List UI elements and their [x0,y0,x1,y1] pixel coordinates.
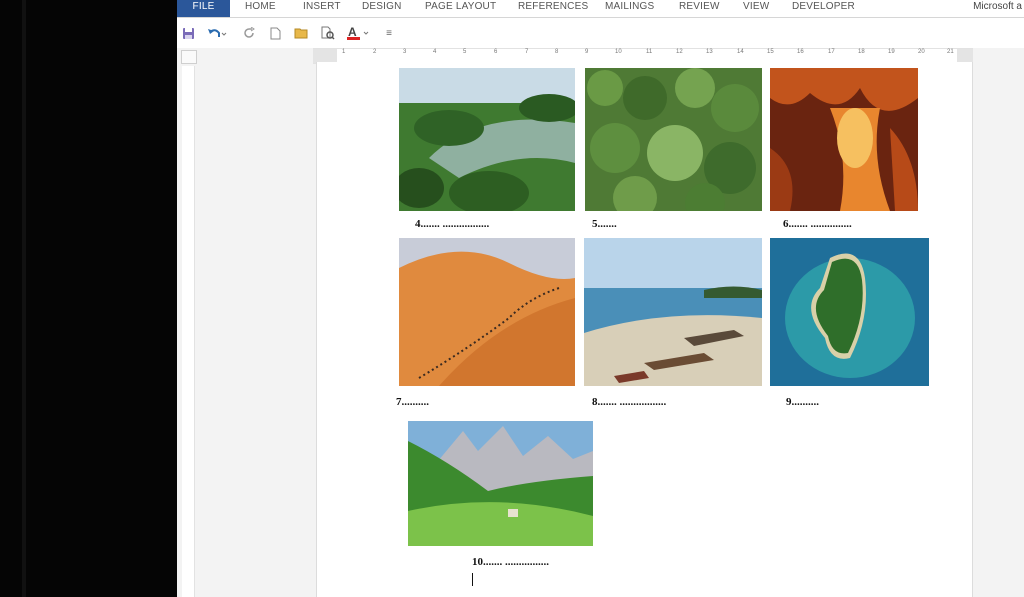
print-preview-icon[interactable] [319,24,337,42]
ruler-right-margin [957,49,973,63]
island-photo[interactable] [770,238,929,386]
undo-icon[interactable] [205,24,229,42]
app-title: Microsoft a [973,1,1022,12]
ruler-number: 17 [828,49,835,55]
caption-6: 6....... ............... [783,218,852,230]
ruler-number: 19 [888,49,895,55]
tab-home[interactable]: HOME [245,0,276,17]
ruler-number: 15 [767,49,774,55]
tab-mailings[interactable]: MAILINGS [605,0,654,17]
ruler-number: 3 [403,49,407,55]
caption-7: 7.......... [396,396,429,408]
ruler-left-margin [313,49,337,63]
tab-selector-icon[interactable] [181,50,197,64]
ruler-number: 4 [433,49,437,55]
ruler-number: 10 [615,49,622,55]
ruler-number: 11 [646,49,653,55]
beach-photo[interactable] [584,238,762,386]
ruler-number: 21 [947,49,954,55]
mountain-valley-photo[interactable] [408,421,593,546]
tab-page-layout[interactable]: PAGE LAYOUT [425,0,496,17]
ruler-number: 2 [373,49,377,55]
word-window: FILE HOME INSERT DESIGN PAGE LAYOUT REFE… [177,0,1024,597]
ruler-number: 14 [737,49,744,55]
ruler-number: 9 [585,49,589,55]
save-icon[interactable] [180,24,196,42]
ruler-number: 16 [797,49,804,55]
ruler-number: 1 [342,49,346,55]
desert-photo[interactable] [399,238,575,386]
ruler-number: 13 [706,49,713,55]
tab-insert[interactable]: INSERT [303,0,341,17]
quick-access-toolbar: A ≡ [177,18,1024,48]
open-icon[interactable] [292,24,310,42]
caption-10: 10....... ................ [472,556,549,568]
desktop-left-area [0,0,177,597]
caption-8: 8....... ................. [592,396,667,408]
caption-4: 4....... ................. [415,218,490,230]
ruler-number: 18 [858,49,865,55]
tab-developer[interactable]: DEVELOPER [792,0,855,17]
new-document-icon[interactable] [267,24,283,42]
cave-photo[interactable] [770,68,918,211]
tab-design[interactable]: DESIGN [362,0,402,17]
ruler-number: 8 [555,49,559,55]
caption-9: 9.......... [786,396,819,408]
tab-view[interactable]: VIEW [743,0,769,17]
window-edge [22,0,26,597]
ruler-number: 6 [494,49,498,55]
font-color-icon[interactable]: A [345,24,373,42]
ribbon-tab-bar: FILE HOME INSERT DESIGN PAGE LAYOUT REFE… [177,0,1024,18]
vertical-ruler[interactable] [182,66,195,597]
tab-references[interactable]: REFERENCES [518,0,588,17]
lake-photo[interactable] [399,68,575,211]
redo-icon[interactable] [241,24,257,42]
tab-file[interactable]: FILE [177,0,230,17]
ruler-number: 7 [525,49,529,55]
customize-icon[interactable]: ≡ [383,24,395,42]
ruler-number: 20 [918,49,925,55]
ruler-number: 12 [676,49,683,55]
forest-photo[interactable] [585,68,762,211]
caption-5: 5....... [592,218,617,230]
ruler-number: 5 [463,49,467,55]
tab-review[interactable]: REVIEW [679,0,720,17]
text-cursor [472,573,473,586]
